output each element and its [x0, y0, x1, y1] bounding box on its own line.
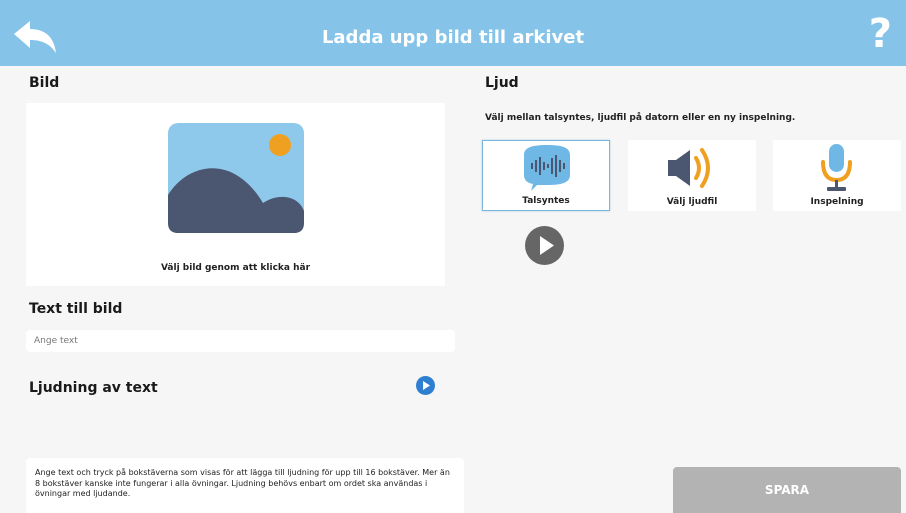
microphone-icon — [821, 144, 852, 191]
audio-section-label: Ljud — [485, 75, 519, 91]
image-picker-hint: Välj bild genom att klicka här — [160, 263, 311, 273]
sound-text-section-label: Ljudning av text — [29, 380, 158, 396]
option-valj-ljudfil[interactable]: Välj ljudfil — [628, 140, 756, 211]
image-section-label: Bild — [29, 75, 60, 91]
help-button[interactable]: ? — [869, 14, 892, 54]
option-talsyntes-label: Talsyntes — [522, 196, 570, 206]
image-text-input[interactable] — [26, 330, 455, 352]
page-title: Ladda upp bild till arkivet — [321, 27, 585, 48]
speech-bubble-waveform-icon — [524, 145, 570, 191]
save-button[interactable]: SPARA — [673, 467, 901, 513]
option-talsyntes[interactable]: Talsyntes — [482, 140, 610, 211]
play-sounding-button[interactable] — [416, 376, 435, 395]
option-inspelning[interactable]: Inspelning — [773, 140, 901, 211]
header-bar: Ladda upp bild till arkivet ? — [0, 0, 906, 66]
option-inspelning-label: Inspelning — [810, 197, 864, 207]
text-section-label: Text till bild — [29, 301, 123, 317]
play-audio-button[interactable] — [525, 226, 564, 265]
image-placeholder-icon — [168, 123, 304, 233]
speaker-icon — [668, 148, 710, 188]
play-icon — [416, 376, 435, 395]
audio-description: Välj mellan talsyntes, ljudfil på datorn… — [485, 113, 796, 123]
option-valj-ljudfil-label: Välj ljudfil — [666, 197, 718, 207]
play-icon — [525, 226, 564, 265]
image-picker[interactable]: Välj bild genom att klicka här — [26, 103, 445, 286]
sounding-info-text: Ange text och tryck på bokstäverna som v… — [26, 458, 464, 513]
